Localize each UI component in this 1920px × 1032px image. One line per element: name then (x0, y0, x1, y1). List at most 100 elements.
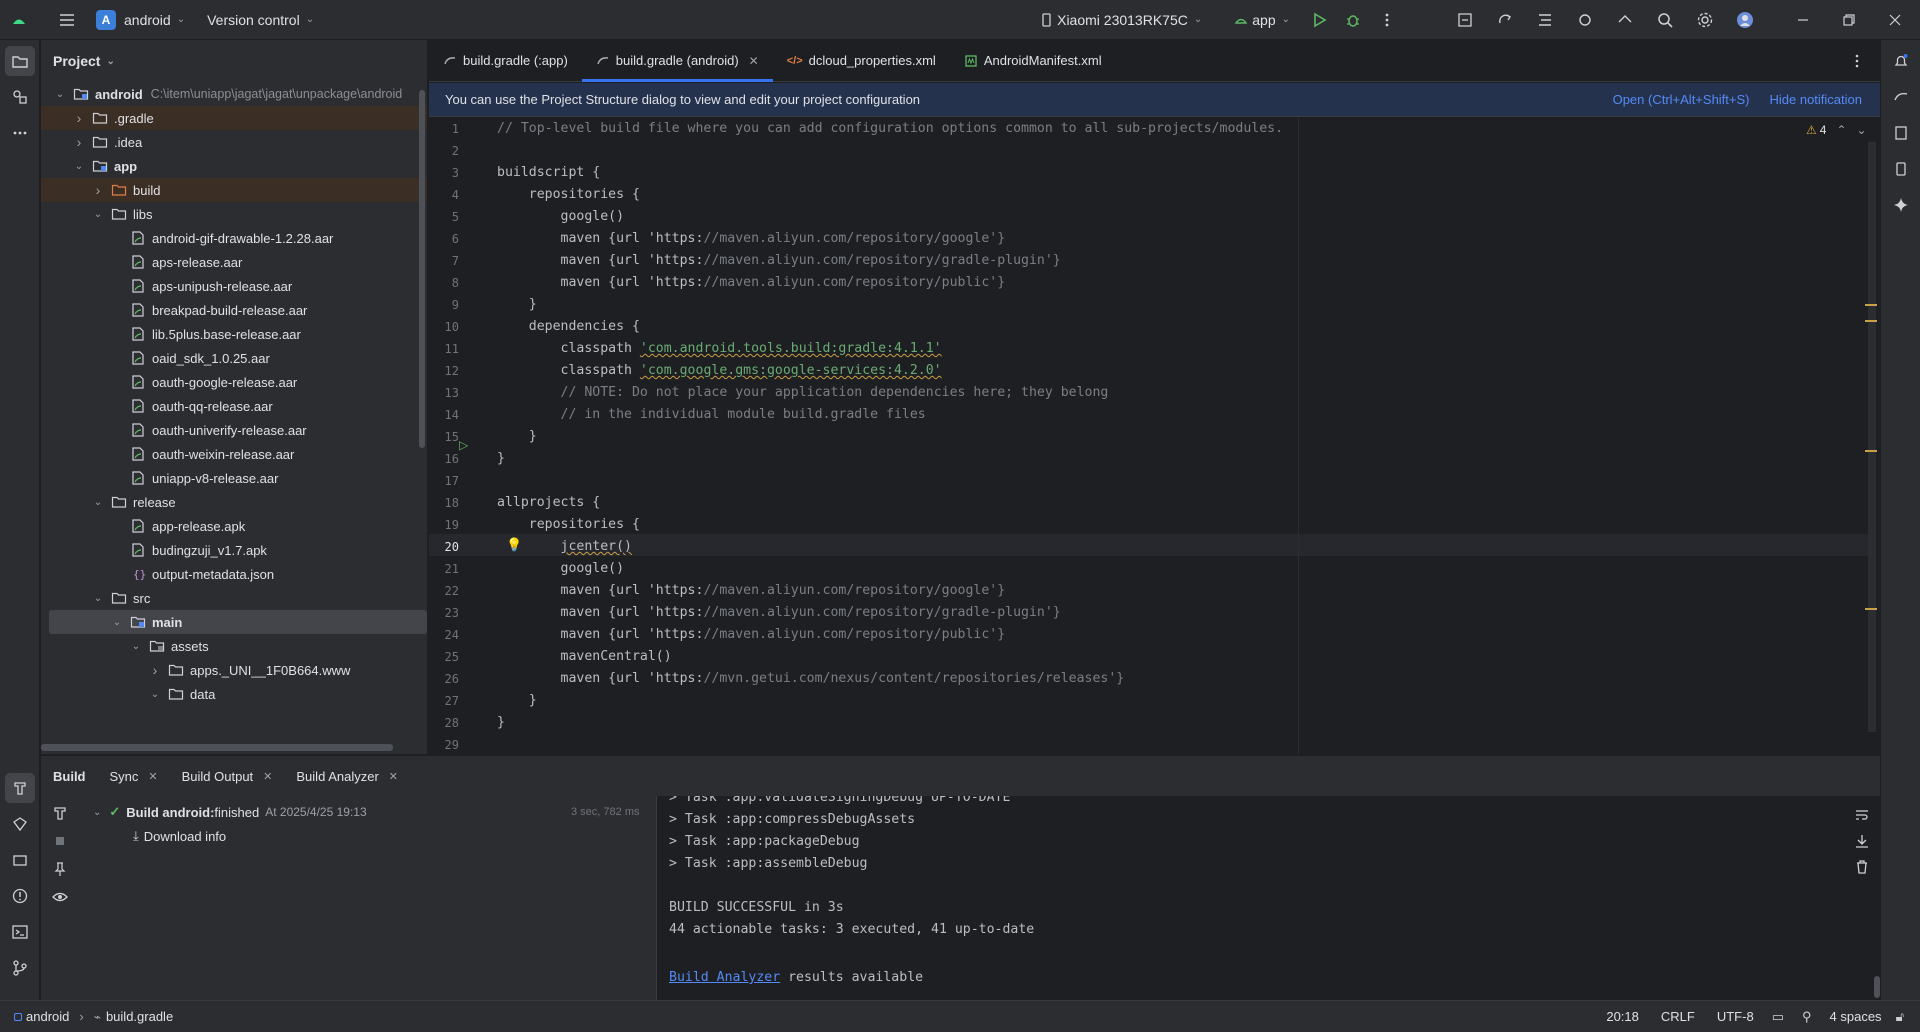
inspection-widget[interactable]: ⚠ 4 ⌃ ⌄ (1806, 123, 1867, 137)
close-tab-icon[interactable]: ✕ (263, 770, 272, 783)
tab-build-gradle-android[interactable]: build.gradle (android) ✕ (581, 40, 773, 82)
download-info-row[interactable]: ⤓ Download info (133, 828, 226, 844)
warning-marker[interactable] (1865, 608, 1877, 610)
gear-bug-icon[interactable] (1574, 9, 1596, 31)
minimize-icon[interactable] (1792, 9, 1814, 31)
tree-item-src[interactable]: ⌄ src (41, 586, 427, 610)
code-line[interactable]: maven {url 'https://mvn.getui.com/nexus/… (497, 668, 1125, 690)
code-line[interactable]: maven {url 'https://maven.aliyun.com/rep… (497, 228, 1006, 250)
close-icon[interactable] (1884, 9, 1906, 31)
build-output-console[interactable]: > Task :app:validateSigningDebug UP-TO-D… (656, 796, 1880, 1001)
chevron-right-icon[interactable]: › (91, 182, 105, 198)
stop-icon[interactable] (49, 830, 71, 852)
tree-item-apps-uni-1f0b664-www[interactable]: › apps._UNI__1F0B664.www (41, 658, 427, 682)
caret-position[interactable]: 20:18 (1606, 1009, 1639, 1024)
problems-tool-icon[interactable] (5, 881, 35, 911)
tree-item-gradle[interactable]: › .gradle (41, 106, 427, 130)
breadcrumb-project[interactable]: android (26, 1009, 69, 1024)
warning-marker[interactable] (1865, 304, 1877, 306)
tree-item-output-metadata-json[interactable]: {} output-metadata.json (41, 562, 427, 586)
chevron-down-icon[interactable]: ⌄ (72, 161, 86, 172)
previous-highlight-icon[interactable]: ⌃ (1836, 123, 1846, 137)
eye-icon[interactable] (49, 886, 71, 908)
code-line[interactable]: // NOTE: Do not place your application d… (497, 382, 1109, 404)
tree-item-oauth-weixin-release-aar[interactable]: oauth-weixin-release.aar (41, 442, 427, 466)
editor-scrollbar[interactable] (1868, 142, 1876, 732)
tree-item-oauth-google-release-aar[interactable]: oauth-google-release.aar (41, 370, 427, 394)
code-line[interactable]: repositories { (497, 514, 640, 536)
code-line[interactable]: repositories { (497, 184, 640, 206)
code-line[interactable]: dependencies { (497, 316, 640, 338)
tree-item-android-gif-drawable-1-2-28-aar[interactable]: android-gif-drawable-1.2.28.aar (41, 226, 427, 250)
tree-item-aps-unipush-release-aar[interactable]: aps-unipush-release.aar (41, 274, 427, 298)
tree-item-release[interactable]: ⌄ release (41, 490, 427, 514)
code-line[interactable]: maven {url 'https://maven.aliyun.com/rep… (497, 602, 1061, 624)
project-selector[interactable]: A android ⌄ (90, 5, 191, 35)
power-save-icon[interactable]: ⚲ (1802, 1009, 1812, 1025)
run-icon[interactable] (1308, 9, 1330, 31)
code-line[interactable]: buildscript { (497, 162, 600, 184)
build-result-row[interactable]: ⌄ ✓ Build android: finished At 2025/4/25… (93, 804, 367, 820)
project-panel-header[interactable]: Project ⌄ (41, 40, 427, 82)
tree-item-build[interactable]: › build (41, 178, 427, 202)
editor-config-icon[interactable]: ▭ (1772, 1009, 1784, 1025)
link-icon[interactable] (1614, 9, 1636, 31)
account-avatar-icon[interactable] (1734, 9, 1756, 31)
tree-item-lib-5plus-base-release-aar[interactable]: lib.5plus.base-release.aar (41, 322, 427, 346)
breadcrumb-file[interactable]: build.gradle (106, 1009, 173, 1024)
chevron-down-icon[interactable]: ⌄ (148, 689, 162, 700)
notifications-icon[interactable] (1886, 46, 1916, 76)
chevron-down-icon[interactable]: ⌄ (91, 209, 105, 220)
tree-item-oauth-qq-release-aar[interactable]: oauth-qq-release.aar (41, 394, 427, 418)
file-encoding[interactable]: UTF-8 (1717, 1009, 1754, 1024)
code-line[interactable]: // Top-level build file where you can ad… (497, 118, 1283, 140)
code-line[interactable]: google() (497, 558, 625, 580)
code-line[interactable]: maven {url 'https://maven.aliyun.com/rep… (497, 272, 1006, 294)
horizontal-scrollbar[interactable] (41, 744, 393, 751)
run-gutter-icon[interactable]: ▷ (459, 438, 468, 452)
build-tool-icon[interactable] (5, 773, 35, 803)
tree-item-aps-release-aar[interactable]: aps-release.aar (41, 250, 427, 274)
tree-item-oaid-sdk-1-0-25-aar[interactable]: oaid_sdk_1.0.25.aar (41, 346, 427, 370)
tab-build-analyzer[interactable]: Build Analyzer ✕ (296, 769, 398, 784)
gradle-tool-icon[interactable] (5, 809, 35, 839)
resource-manager-icon[interactable] (5, 82, 35, 112)
debug-icon[interactable] (1342, 9, 1364, 31)
build-analyzer-link[interactable]: Build Analyzer (669, 970, 780, 985)
chevron-down-icon[interactable]: ⌄ (91, 593, 105, 604)
tree-item-libs[interactable]: ⌄ libs (41, 202, 427, 226)
next-highlight-icon[interactable]: ⌄ (1857, 123, 1867, 137)
tab-dcloud-properties[interactable]: </> dcloud_properties.xml (773, 40, 950, 81)
gemini-sparkle-icon[interactable] (1886, 190, 1916, 220)
tab-android-manifest[interactable]: AndroidManifest.xml (950, 40, 1116, 81)
code-editor[interactable]: 1 2 3 4 5 6 7 8 9 10 11 12 13 14 15 16 17 18 19 20 21 22 23 24 2… (429, 118, 1880, 754)
tree-item-data[interactable]: ⌄ data (41, 682, 427, 706)
chevron-right-icon[interactable]: › (72, 110, 86, 126)
tree-item-app-release-apk[interactable]: app-release.apk (41, 514, 427, 538)
settings-gear-icon[interactable] (1694, 9, 1716, 31)
version-control-tool-icon[interactable] (5, 953, 35, 983)
code-line[interactable]: } (497, 690, 537, 712)
code-line[interactable]: maven {url 'https://maven.aliyun.com/rep… (497, 250, 1061, 272)
warning-marker[interactable] (1865, 450, 1877, 452)
running-devices-icon[interactable] (1886, 154, 1916, 184)
open-project-structure-link[interactable]: Open (Ctrl+Alt+Shift+S) (1613, 92, 1750, 107)
indent-setting[interactable]: 4 spaces (1830, 1009, 1882, 1024)
tree-item-app[interactable]: ⌄ app (41, 154, 427, 178)
tab-build-gradle-app[interactable]: build.gradle (:app) (429, 40, 582, 81)
structure-icon[interactable] (1534, 9, 1556, 31)
code-line[interactable]: } (497, 426, 537, 448)
code-line[interactable]: } (497, 294, 537, 316)
clear-all-icon[interactable] (1851, 856, 1873, 878)
tab-sync[interactable]: Sync ✕ (110, 769, 158, 784)
pin-icon[interactable] (49, 858, 71, 880)
chevron-right-icon[interactable]: › (148, 662, 162, 678)
tree-item-assets[interactable]: ⌄ assets (41, 634, 427, 658)
tree-item-uniapp-v8-release-aar[interactable]: uniapp-v8-release.aar (41, 466, 427, 490)
scroll-to-end-icon[interactable] (1851, 830, 1873, 852)
tree-item-oauth-univerify-release-aar[interactable]: oauth-univerify-release.aar (41, 418, 427, 442)
close-tab-icon[interactable]: ✕ (749, 54, 759, 68)
lightbulb-icon[interactable]: 💡 (506, 537, 522, 553)
tree-item-dcloud-control-xml[interactable]: </>dcloud_control.xml (41, 706, 427, 710)
rebuild-icon[interactable] (49, 802, 71, 824)
